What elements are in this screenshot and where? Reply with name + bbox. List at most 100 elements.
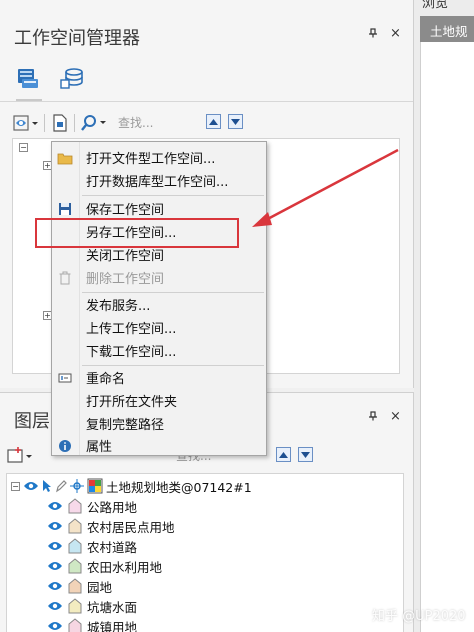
layer-label: 公路用地 bbox=[87, 499, 138, 515]
layer-find-down-button[interactable] bbox=[298, 447, 313, 462]
workspace-tab-strip bbox=[10, 60, 130, 101]
menu-label: 下载工作空间... bbox=[86, 345, 177, 360]
menu-item-open-db-workspace[interactable]: 打开数据库型工作空间... bbox=[52, 169, 266, 192]
workspace-toolbar: 查找... bbox=[10, 110, 400, 136]
layer-item[interactable]: 农村道路 bbox=[47, 536, 137, 556]
layer-item[interactable]: 城镇用地 bbox=[47, 616, 137, 632]
menu-item-upload-workspace[interactable]: 上传工作空间... bbox=[52, 316, 266, 339]
search-dropdown-button[interactable] bbox=[80, 112, 110, 134]
workspace-search-input[interactable]: 查找... bbox=[118, 114, 153, 131]
layer-item[interactable]: 公路用地 bbox=[47, 496, 137, 516]
layer-find-up-button[interactable] bbox=[276, 447, 291, 462]
visibility-eye-icon[interactable] bbox=[47, 580, 63, 592]
layer-group-row[interactable]: − 土地规划地类@07142#1 bbox=[11, 476, 252, 496]
map-window-body[interactable] bbox=[420, 42, 474, 632]
workspace-divider bbox=[0, 101, 413, 102]
visibility-eye-icon[interactable] bbox=[47, 500, 63, 512]
legend-swatch-icon bbox=[68, 618, 82, 632]
visibility-eye-icon[interactable] bbox=[47, 560, 63, 572]
snap-target-icon[interactable] bbox=[70, 479, 84, 493]
menu-item-open-file-workspace[interactable]: 打开文件型工作空间... bbox=[52, 146, 266, 169]
menu-label: 打开所在文件夹 bbox=[86, 395, 178, 410]
legend-swatch-icon bbox=[68, 598, 82, 614]
database-workspace-tab[interactable] bbox=[58, 64, 88, 94]
layer-item[interactable]: 农田水利用地 bbox=[47, 556, 162, 576]
editable-pencil-icon[interactable] bbox=[55, 479, 67, 493]
eye-dropdown-icon bbox=[13, 115, 38, 131]
layer-label: 园地 bbox=[87, 579, 113, 595]
right-dock: 浏览 土地规 bbox=[414, 0, 474, 632]
menu-label: 打开数据库型工作空间... bbox=[86, 175, 229, 190]
layer-label: 坑塘水面 bbox=[87, 599, 138, 615]
pin-icon[interactable] bbox=[368, 411, 378, 424]
layer-label: 农村居民点用地 bbox=[87, 519, 175, 535]
document-icon bbox=[53, 114, 67, 132]
menu-label: 删除工作空间 bbox=[86, 272, 165, 287]
layer-label: 农村道路 bbox=[87, 539, 138, 555]
layer-item[interactable]: 园地 bbox=[47, 576, 112, 596]
pin-icon[interactable] bbox=[368, 28, 378, 41]
legend-swatch-icon bbox=[68, 538, 82, 554]
menu-item-download-workspace[interactable]: 下载工作空间... bbox=[52, 339, 266, 362]
tree-expand-toggle[interactable]: − bbox=[19, 143, 28, 152]
new-workspace-button[interactable] bbox=[50, 112, 70, 134]
layer-item[interactable]: 农村居民点用地 bbox=[47, 516, 175, 536]
visibility-eye-icon[interactable] bbox=[47, 600, 63, 612]
menu-item-open-containing-folder[interactable]: 打开所在文件夹 bbox=[52, 389, 266, 412]
file-workspace-tab[interactable] bbox=[14, 64, 44, 101]
annotation-highlight-box bbox=[35, 218, 239, 248]
arrow-down-icon bbox=[231, 118, 240, 125]
thematic-map-icon bbox=[87, 478, 103, 494]
visibility-eye-icon[interactable] bbox=[23, 480, 39, 492]
rename-icon bbox=[57, 370, 73, 386]
add-layer-button[interactable] bbox=[6, 445, 36, 467]
watermark: 知乎 @UP2020 bbox=[372, 609, 466, 624]
menu-item-publish-service[interactable]: 发布服务... bbox=[52, 293, 266, 316]
menu-label: 重命名 bbox=[86, 372, 126, 387]
find-down-button[interactable] bbox=[228, 114, 243, 129]
visibility-eye-icon[interactable] bbox=[47, 520, 63, 532]
visibility-eye-icon[interactable] bbox=[47, 540, 63, 552]
tree-collapse-toggle[interactable]: − bbox=[11, 481, 20, 491]
layer-label: 城镇用地 bbox=[87, 619, 138, 632]
layer-group-label: 土地规划地类@07142#1 bbox=[106, 479, 252, 495]
menu-label: 属性 bbox=[86, 440, 113, 455]
layer-tree[interactable]: − 土地规划地类@07142#1 公路用地 农村居民点用地 农村道路 农田水利用… bbox=[6, 473, 404, 632]
search-icon bbox=[81, 115, 106, 131]
selectable-pointer-icon[interactable] bbox=[42, 479, 52, 493]
open-folder-icon bbox=[57, 150, 73, 166]
menu-separator bbox=[82, 195, 264, 196]
legend-swatch-icon bbox=[68, 498, 82, 514]
arrow-up-icon bbox=[279, 451, 288, 458]
save-icon bbox=[57, 201, 73, 217]
toolbar-separator bbox=[74, 114, 75, 132]
view-options-button[interactable] bbox=[12, 112, 40, 134]
add-layer-icon bbox=[7, 447, 32, 463]
menu-item-copy-full-path[interactable]: 复制完整路径 bbox=[52, 412, 266, 435]
file-workspace-icon bbox=[18, 69, 38, 88]
menu-item-delete-workspace: 删除工作空间 bbox=[52, 266, 266, 289]
menu-item-save-workspace[interactable]: 保存工作空间 bbox=[52, 197, 266, 220]
browse-tab[interactable]: 浏览 bbox=[422, 0, 448, 11]
legend-swatch-icon bbox=[68, 518, 82, 534]
find-up-button[interactable] bbox=[206, 114, 221, 129]
menu-label: 发布服务... bbox=[86, 299, 151, 314]
legend-swatch-icon bbox=[68, 558, 82, 574]
menu-label: 复制完整路径 bbox=[86, 418, 165, 433]
visibility-eye-icon[interactable] bbox=[47, 620, 63, 632]
close-icon[interactable]: × bbox=[390, 409, 401, 424]
menu-item-rename[interactable]: 重命名 bbox=[52, 366, 266, 389]
menu-label: 保存工作空间 bbox=[86, 203, 165, 218]
legend-swatch-icon bbox=[68, 578, 82, 594]
menu-label: 打开文件型工作空间... bbox=[86, 152, 216, 167]
menu-label: 上传工作空间... bbox=[86, 322, 177, 337]
layer-item[interactable]: 坑塘水面 bbox=[47, 596, 137, 616]
toolbar-separator bbox=[44, 114, 45, 132]
trash-icon bbox=[57, 270, 73, 286]
layer-label: 农田水利用地 bbox=[87, 559, 163, 575]
map-window-tab[interactable]: 土地规 bbox=[420, 16, 474, 42]
arrow-up-icon bbox=[209, 118, 218, 125]
menu-item-properties[interactable]: 属性 bbox=[52, 434, 266, 457]
close-icon[interactable]: × bbox=[390, 26, 401, 41]
info-icon bbox=[57, 438, 73, 454]
